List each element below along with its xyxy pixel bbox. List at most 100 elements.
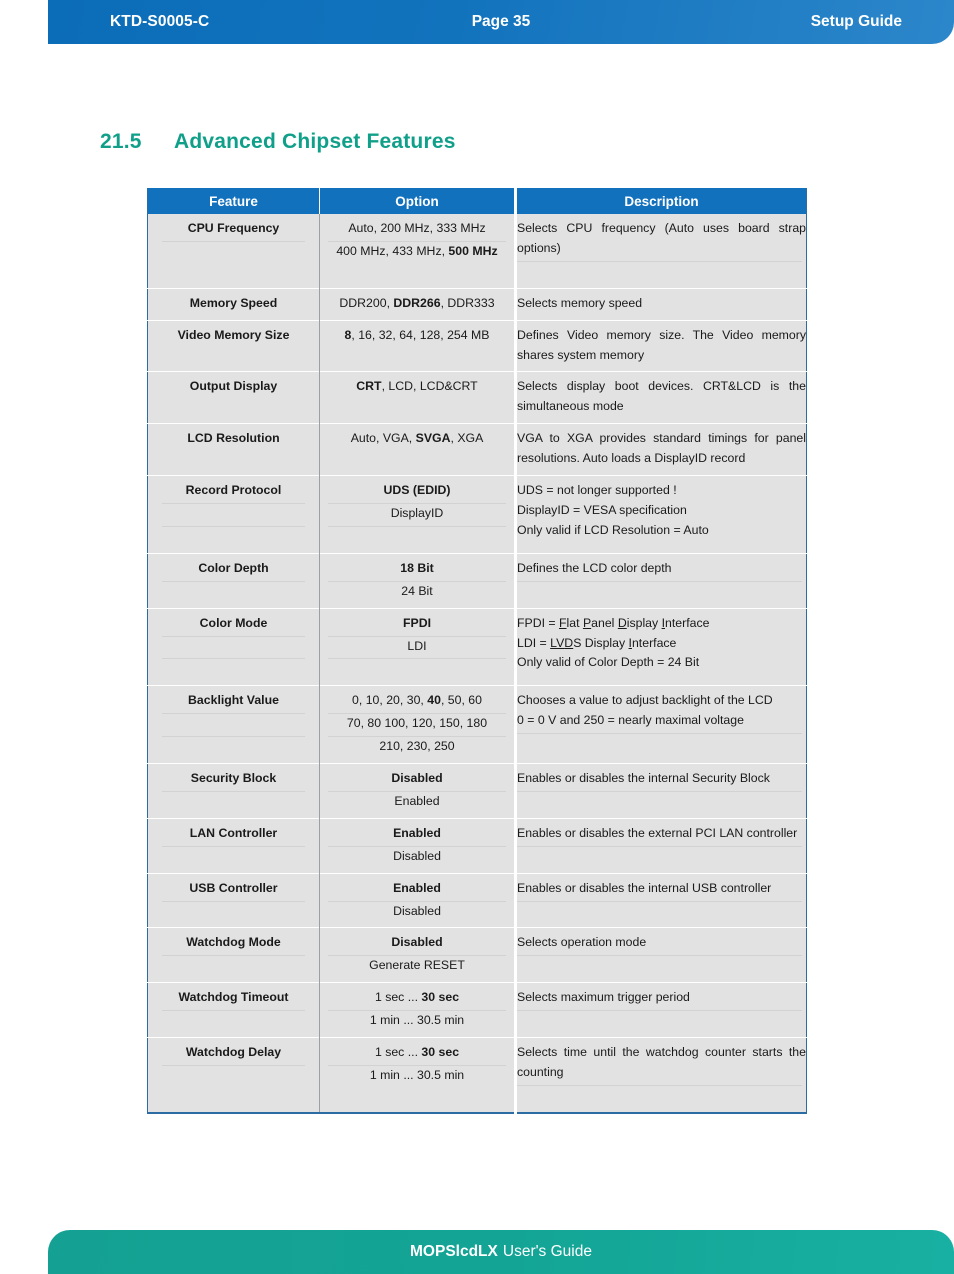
description-line: FPDI = Flat Panel Display Interface [517,615,710,630]
cell-option: 1 sec ... 30 sec 1 min ... 30.5 min [319,982,517,1038]
cell-option: Disabled Enabled [319,763,517,819]
table-row: USB Controller Enabled Disabled Enables or… [147,872,807,928]
option-line: FPDI [402,615,431,630]
footer-product-name: MOPSlcdLX [410,1243,498,1260]
description-line: 0 = 0 V and 250 = nearly maximal voltage [517,713,744,728]
description-line: VGA to XGA provides standard timings for… [517,431,806,466]
table-header-row: Feature Option Description [147,188,807,214]
table-row: Backlight Value 0, 10, 20, 30, 40, 50, 6… [147,685,807,764]
feature-label: Watchdog Delay [185,1045,282,1060]
table-row: Watchdog Timeout 1 sec ... 30 sec 1 min .… [147,982,807,1038]
page-header-bar: KTD-S0005-C Page 35 Setup Guide [48,0,954,44]
cell-feature: Memory Speed [147,287,320,321]
table-row: Output Display CRT, LCD, LCD&CRT Selects d… [147,371,807,424]
option-line: 400 MHz, 433 MHz, 500 MHz [336,243,498,258]
option-line: 0, 10, 20, 30, 40, 50, 60 [352,693,482,708]
table-row: Security Block Disabled Enabled Enables or… [147,763,807,819]
option-line: DDR200, DDR266, DDR333 [339,295,495,310]
option-line: 1 min ... 30.5 min [369,1013,465,1028]
cell-option: CRT, LCD, LCD&CRT [319,371,517,424]
table-body: CPU Frequency Auto, 200 MHz, 333 MHz 400 … [147,214,807,1113]
cell-feature: LCD Resolution [147,423,320,476]
cell-feature: Watchdog Timeout [147,982,320,1038]
option-line: 1 min ... 30.5 min [369,1068,465,1082]
table-row: Record Protocol UDS (EDID) DisplayID UDS … [147,475,807,554]
option-line: Enabled [393,825,441,840]
description-line: Selects maximum trigger period [517,990,690,1005]
table-row: CPU Frequency Auto, 200 MHz, 333 MHz 400 … [147,214,807,289]
table-row: Color Depth 18 Bit 24 Bit Defines the LCD … [147,552,807,609]
cell-option: DDR200, DDR266, DDR333 [319,287,517,321]
description-line: Selects display boot devices. CRT&LCD is… [517,379,806,414]
column-header-option: Option [319,188,517,214]
column-header-description: Description [515,188,807,214]
option-line: CRT, LCD, LCD&CRT [356,379,478,394]
cell-feature: Backlight Value [147,685,320,764]
description-line: Defines Video memory size. The Video mem… [517,327,806,362]
cell-description: Defines Video memory size. The Video mem… [515,319,807,372]
option-line: 18 Bit [400,560,434,575]
option-line: Auto, 200 MHz, 333 MHz [348,221,486,235]
feature-label: CPU Frequency [187,221,280,235]
column-header-feature: Feature [147,188,320,214]
option-line: Disabled [393,903,441,918]
table-row: Color Mode FPDI LDI FPDI = Flat Panel Dis… [147,607,807,686]
cell-feature: Watchdog Mode [147,927,320,983]
cell-feature: Color Depth [147,552,320,609]
section-number: 21.5 [100,130,142,153]
option-line: 210, 230, 250 [379,739,455,754]
feature-label: Color Mode [199,615,268,630]
option-line: UDS (EDID) [383,483,451,498]
option-line: Enabled [394,793,440,808]
cell-option: 1 sec ... 30 sec 1 min ... 30.5 min [319,1037,517,1113]
table-row: Watchdog Mode Disabled Generate RESET Sele… [147,927,807,983]
feature-label: LCD Resolution [187,431,280,446]
table-header: Feature Option Description [147,188,807,214]
cell-feature: Video Memory Size [147,319,320,372]
cell-option: 8, 16, 32, 64, 128, 254 MB [319,319,517,372]
description-line: Enables or disables the internal Securit… [517,771,770,786]
cell-option: Disabled Generate RESET [319,927,517,983]
cell-feature: Security Block [147,763,320,819]
cell-feature: Record Protocol [147,475,320,554]
table-row: Memory Speed DDR200, DDR266, DDR333 Select… [147,287,807,321]
page-footer-bar: MOPSlcdLX User's Guide [48,1230,954,1274]
feature-label: Watchdog Mode [186,935,281,950]
description-line: Only valid of Color Depth = 24 Bit [517,655,700,670]
option-line: 1 sec ... 30 sec [374,990,460,1005]
cell-option: Auto, 200 MHz, 333 MHz 400 MHz, 433 MHz, … [319,214,517,289]
description-line: Enables or disables the internal USB con… [517,880,772,895]
feature-label: Video Memory Size [177,327,290,342]
cell-description: Selects memory speed [515,287,807,321]
option-line: Disabled [393,848,441,863]
description-line: DisplayID = VESA specification [517,502,687,517]
description-line: LDI = LVDS Display Interface [517,635,677,650]
table-row: Video Memory Size 8, 16, 32, 64, 128, 254… [147,319,807,372]
cell-feature: Watchdog Delay [147,1037,320,1113]
cell-option: Enabled Disabled [319,817,517,874]
cell-description: Enables or disables the internal USB con… [515,872,807,928]
cell-description: FPDI = Flat Panel Display Interface LDI =… [515,607,807,686]
cell-description: Selects time until the watchdog counter … [515,1037,807,1113]
cell-option: 0, 10, 20, 30, 40, 50, 60 70, 80 100, 120… [319,685,517,764]
description-line: UDS = not longer supported ! [517,483,677,498]
option-line: Generate RESET [369,958,465,973]
feature-label: Backlight Value [188,693,279,708]
description-line: Chooses a value to adjust backlight of t… [517,693,773,708]
cell-description: Defines the LCD color depth [515,552,807,609]
option-line: 70, 80 100, 120, 150, 180 [346,716,488,731]
cell-option: Enabled Disabled [319,872,517,928]
